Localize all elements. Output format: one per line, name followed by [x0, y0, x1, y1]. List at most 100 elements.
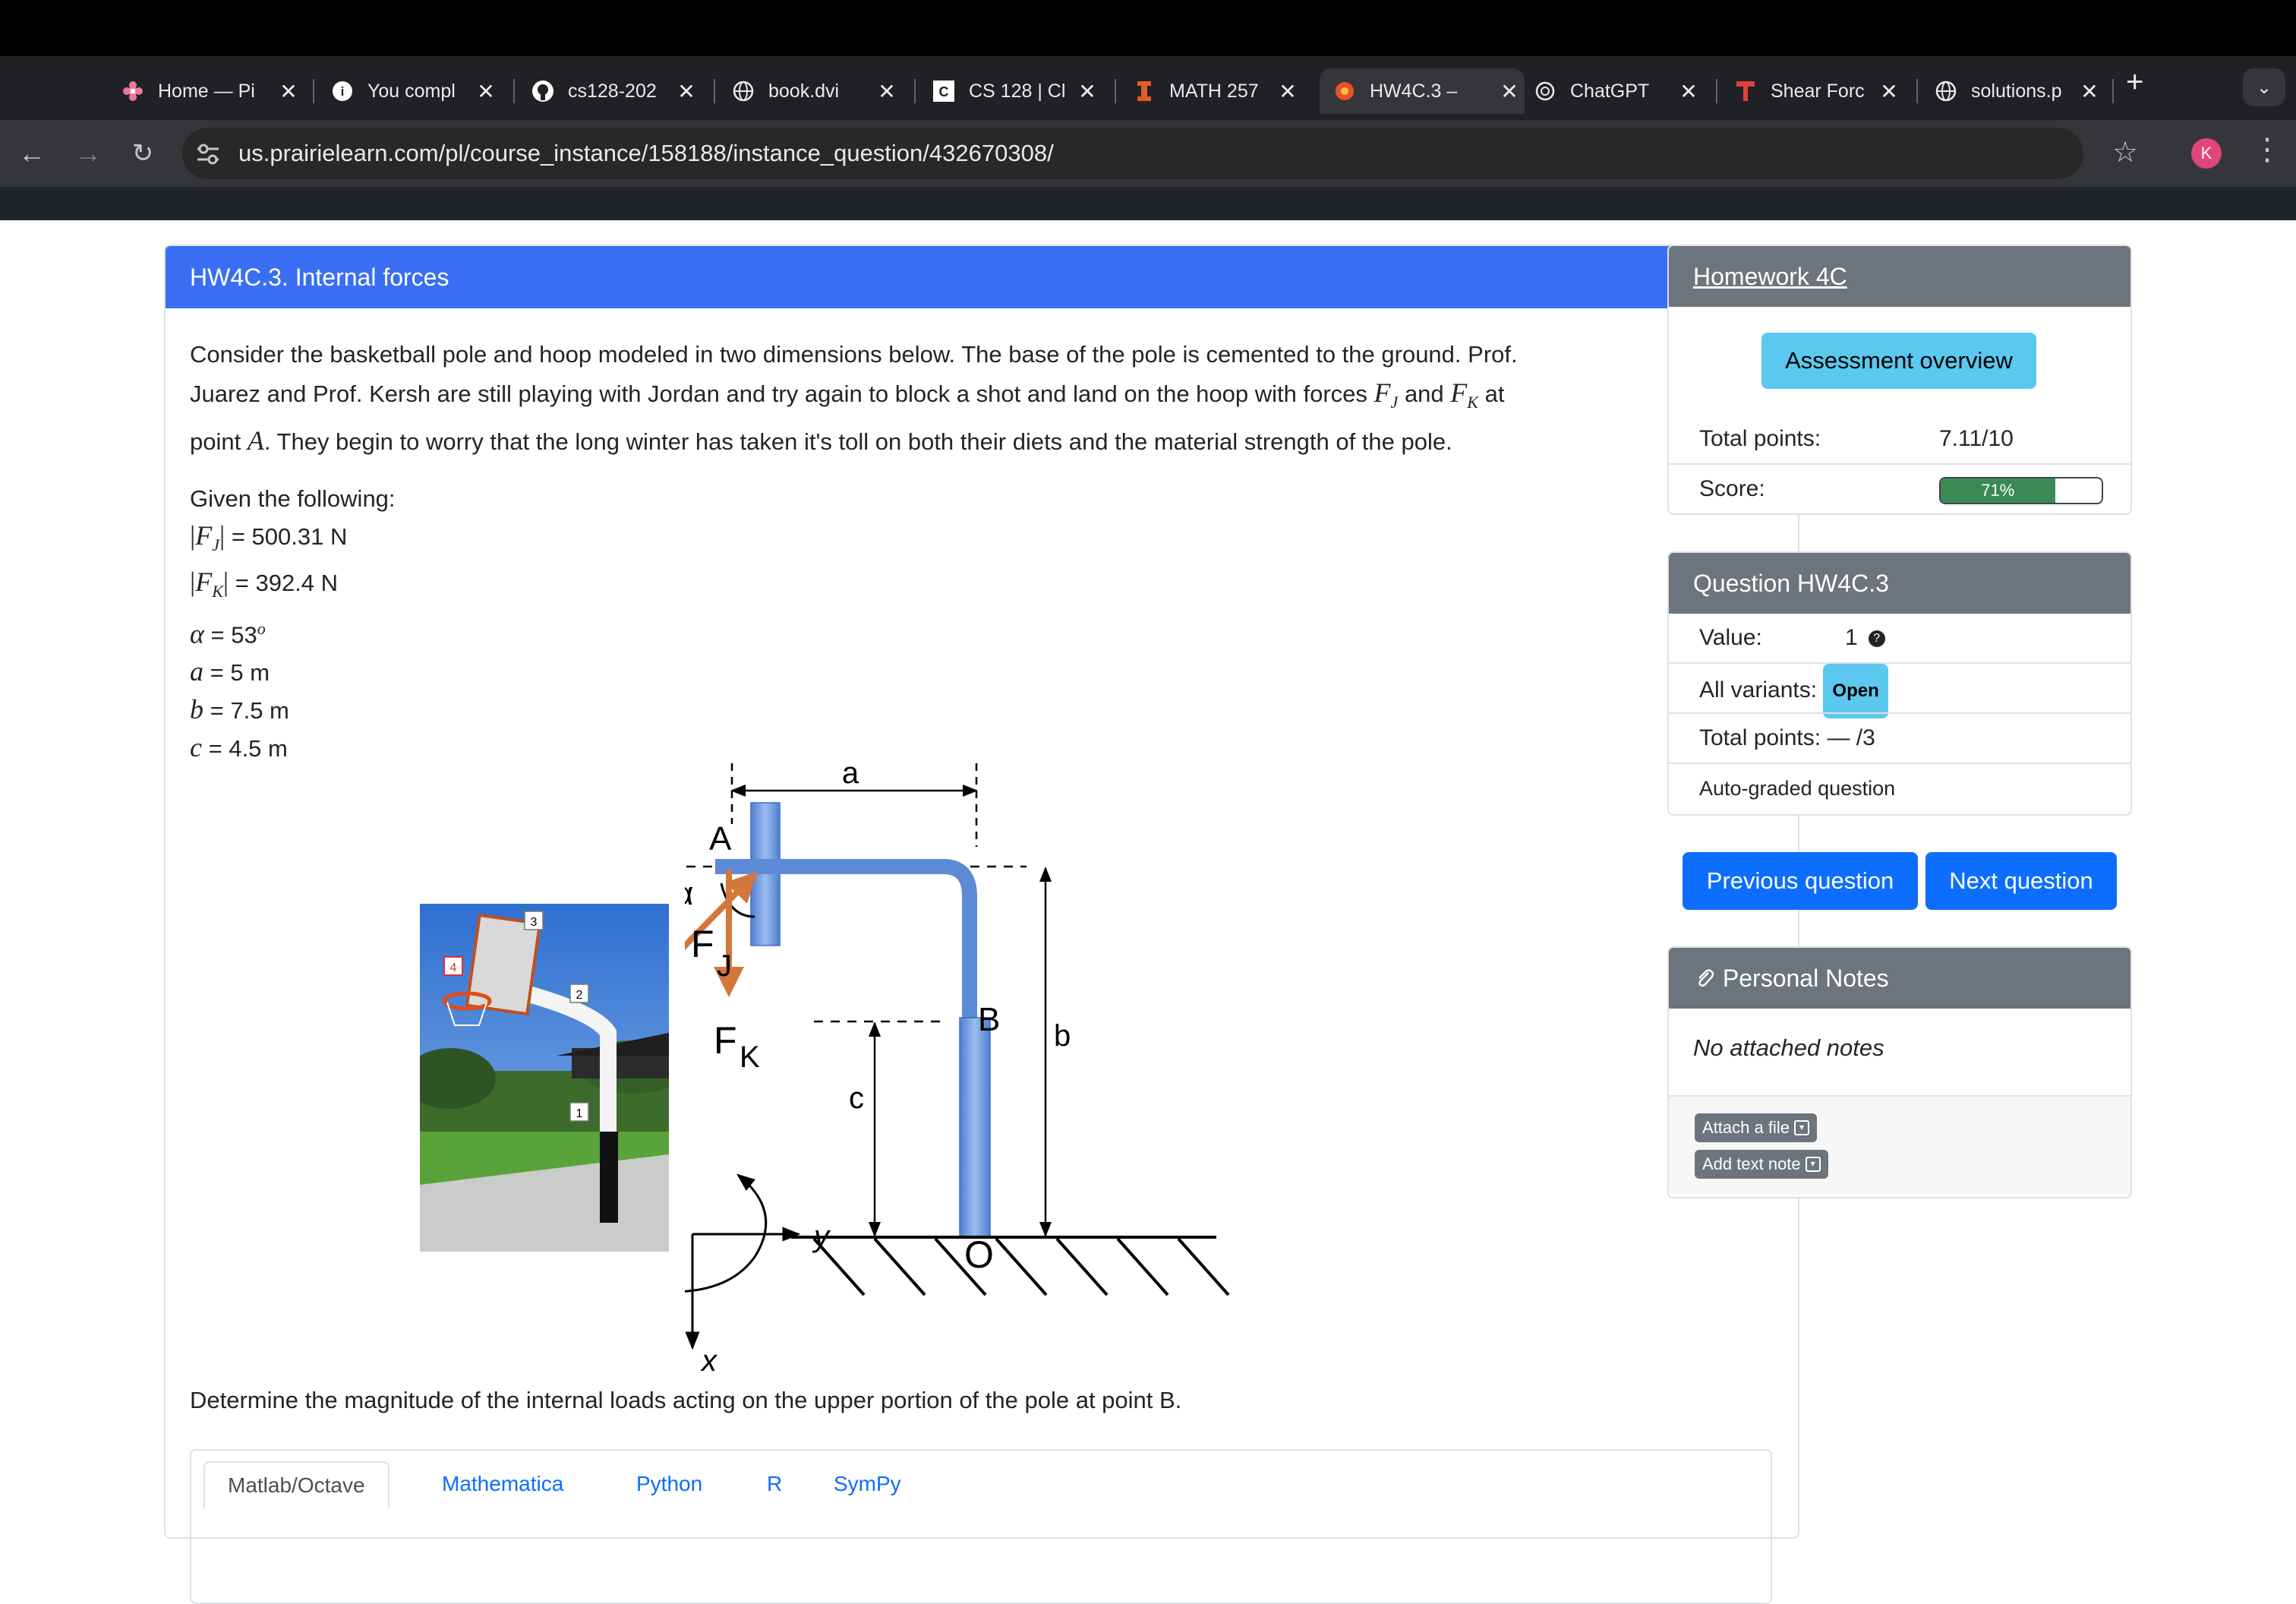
browser-tab[interactable]: book.dvi ✕	[732, 68, 902, 114]
illinois-icon	[1133, 80, 1156, 103]
question-mark-icon[interactable]: ?	[1868, 630, 1885, 648]
attach-file-label: Attach a file	[1702, 1118, 1790, 1137]
tab-title: cs128-202	[568, 80, 657, 102]
next-question-button[interactable]: Next question	[1925, 852, 2117, 910]
question-title: HW4C.3. Internal forces	[166, 246, 1798, 308]
question-total-points-value: — /3	[1827, 725, 1875, 750]
github-icon	[531, 80, 554, 103]
browser-tab[interactable]: i You compl ✕	[331, 68, 501, 114]
force-label-fj: F	[691, 923, 714, 965]
question-info-card: Question HW4C.3 Value: 1? All variants: …	[1667, 551, 2132, 816]
url-text: us.prairielearn.com/pl/course_instance/1…	[238, 140, 1054, 166]
point-label-a: A	[709, 820, 732, 857]
all-variants-row: All variants: Open	[1669, 662, 2130, 718]
browser-tab-active[interactable]: HW4C.3 – ✕	[1320, 68, 1525, 114]
close-icon[interactable]: ✕	[471, 79, 501, 104]
svg-text:i: i	[341, 84, 345, 99]
globe-icon	[1935, 80, 1957, 103]
site-settings-icon[interactable]	[194, 141, 222, 167]
tab-mathematica[interactable]: Mathematica	[442, 1461, 563, 1507]
tab-separator	[2112, 79, 2114, 103]
browser-tab[interactable]: ChatGPT ✕	[1534, 68, 1704, 114]
photo-label-4: 4	[450, 961, 457, 974]
tab-separator	[1115, 79, 1116, 103]
score-label: Score:	[1699, 476, 1765, 501]
photo-label-2: 2	[576, 989, 583, 1002]
tab-r[interactable]: R	[767, 1461, 782, 1507]
tab-separator	[1916, 79, 1918, 103]
score-row: Score: 71%	[1669, 463, 2130, 513]
tab-matlab-octave[interactable]: Matlab/Octave	[203, 1461, 390, 1508]
add-text-note-button[interactable]: Add text note ▾	[1695, 1150, 1828, 1179]
browser-menu-icon[interactable]: ⋮	[2252, 132, 2282, 167]
browser-tab[interactable]: MATH 257 ✕	[1133, 68, 1303, 114]
dim-label-a: a	[842, 756, 859, 790]
chevron-down-icon[interactable]: ⌄	[2243, 68, 2285, 106]
given-alpha-value: = 53	[210, 620, 257, 648]
personal-notes-header: Personal Notes	[1669, 948, 2130, 1009]
axis-label-y: y	[812, 1220, 831, 1253]
info-icon: i	[331, 80, 354, 103]
close-icon[interactable]: ✕	[1494, 79, 1525, 104]
close-icon[interactable]: ✕	[1874, 79, 1904, 104]
close-icon[interactable]: ✕	[1673, 79, 1704, 104]
caret-down-icon: ▾	[1793, 1120, 1809, 1135]
question-total-points-row: Total points: — /3	[1669, 712, 2130, 763]
homework-link[interactable]: Homework 4C	[1693, 263, 1847, 290]
point-a-symbol: A	[247, 425, 264, 456]
question-card: HW4C.3. Internal forces Consider the bas…	[164, 245, 1799, 1604]
close-icon[interactable]: ✕	[1072, 79, 1102, 104]
value-row: Value: 1?	[1669, 614, 2130, 662]
assessment-header: Homework 4C	[1669, 246, 2130, 307]
caret-down-icon: ▾	[1805, 1157, 1821, 1172]
dim-label-b: b	[1054, 1019, 1071, 1053]
language-tabs: Matlab/Octave Mathematica Python R SymPy	[190, 1449, 1772, 1604]
forward-arrow-icon[interactable]: →	[68, 134, 108, 173]
paragraph-line: . They begin to worry that the long wint…	[263, 428, 1452, 456]
address-bar[interactable]: us.prairielearn.com/pl/course_instance/1…	[182, 128, 2083, 179]
tab-sympy[interactable]: SymPy	[834, 1461, 901, 1507]
close-icon[interactable]: ✕	[1273, 79, 1303, 104]
new-tab-plus-icon[interactable]: +	[2126, 65, 2143, 99]
auto-graded-row: Auto-graded question	[1669, 763, 2130, 813]
close-icon[interactable]: ✕	[671, 79, 702, 104]
attach-file-button[interactable]: Attach a file ▾	[1695, 1113, 1817, 1142]
flower-icon	[121, 80, 144, 103]
avatar[interactable]: K	[2191, 138, 2222, 169]
given-a-value: = 5 m	[210, 658, 270, 686]
assessment-overview-button[interactable]: Assessment overview	[1761, 333, 2036, 389]
tab-separator	[1716, 79, 1717, 103]
close-icon[interactable]: ✕	[872, 79, 902, 104]
tab-title: CS 128 | Cl	[969, 80, 1066, 102]
bookmark-star-icon[interactable]: ☆	[2112, 135, 2138, 169]
total-points-row: Total points: 7.11/10	[1669, 415, 2130, 463]
question-prompt: Determine the magnitude of the internal …	[190, 1387, 1182, 1413]
given-fk: |FK| = 392.4 N	[190, 567, 339, 602]
close-icon[interactable]: ✕	[273, 79, 304, 104]
tab-title: ChatGPT	[1570, 80, 1650, 102]
point-label-b: B	[978, 1001, 1000, 1038]
notes-actions: Attach a file ▾ Add text note ▾	[1669, 1095, 2130, 1195]
browser-tab[interactable]: solutions.p ✕	[1935, 68, 2105, 114]
all-variants-text: All variants:	[1699, 677, 1818, 703]
back-arrow-icon[interactable]: ←	[12, 134, 52, 173]
prairielearn-icon	[1333, 80, 1356, 103]
close-icon[interactable]: ✕	[2074, 79, 2105, 104]
personal-notes-card: Personal Notes No attached notes Attach …	[1667, 946, 2132, 1198]
value-text: 1	[1845, 625, 1858, 650]
basketball-pole-photo: 3 4 2 1	[420, 904, 669, 1252]
score-progress-fill: 71%	[1941, 478, 2055, 503]
notes-body: No attached notes	[1669, 1009, 2130, 1095]
reload-icon[interactable]: ↻	[123, 134, 162, 173]
assessment-card: Homework 4C Assessment overview Total po…	[1667, 245, 2132, 515]
tab-python[interactable]: Python	[636, 1461, 702, 1507]
given-label: Given the following:	[190, 485, 396, 513]
tab-title: book.dvi	[768, 80, 840, 102]
browser-tab[interactable]: Home — Pi ✕	[121, 68, 304, 114]
question-paragraph: Consider the basketball pole and hoop mo…	[190, 336, 1792, 461]
browser-tab[interactable]: cs128-202 ✕	[531, 68, 702, 114]
browser-tab[interactable]: C CS 128 | Cl ✕	[932, 68, 1102, 114]
previous-question-button[interactable]: Previous question	[1683, 852, 1918, 910]
browser-tab[interactable]: Shear Forc ✕	[1734, 68, 1904, 114]
personal-notes-title: Personal Notes	[1722, 965, 1889, 992]
